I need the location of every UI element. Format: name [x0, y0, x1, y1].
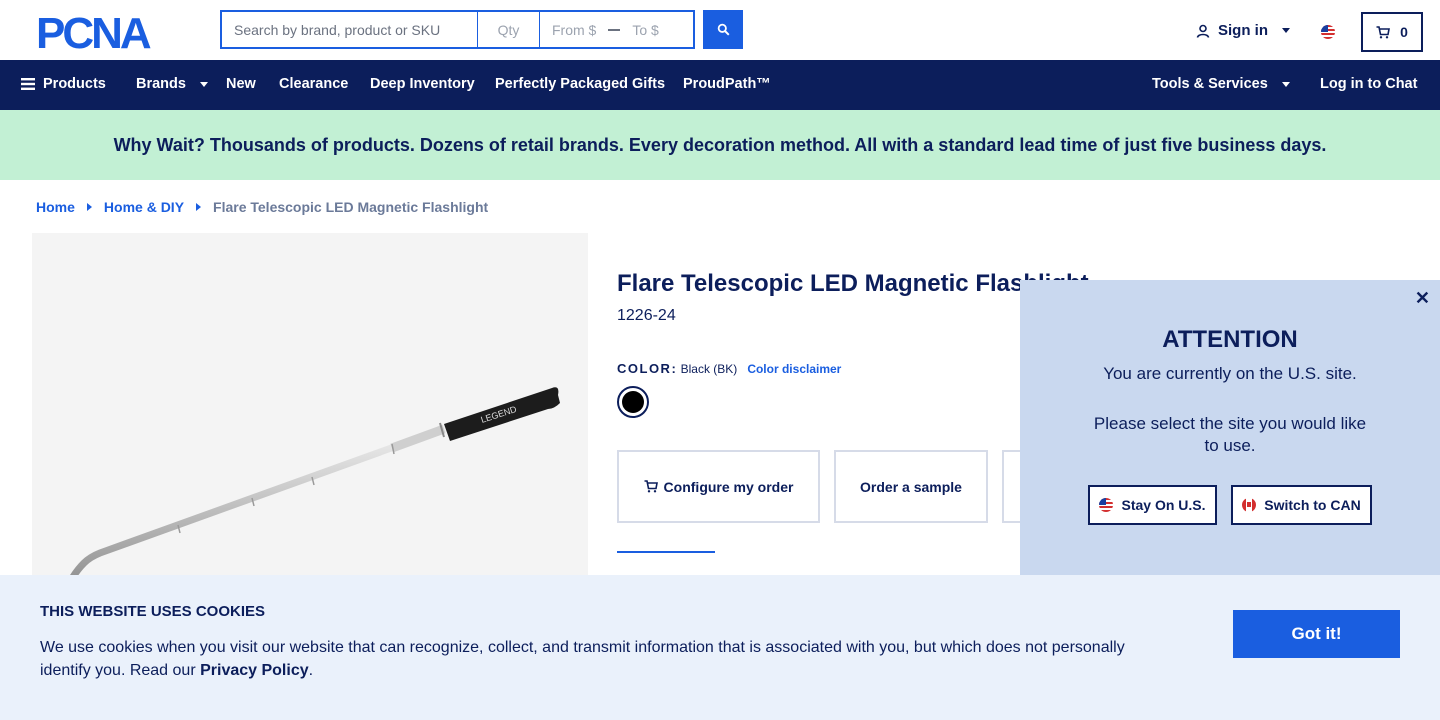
- sign-in-label[interactable]: Sign in: [1218, 22, 1268, 39]
- nav-proudpath[interactable]: ProudPath™: [683, 76, 771, 92]
- modal-current-site-text: You are currently on the U.S. site.: [1103, 364, 1357, 383]
- main-nav: Products Brands New Clearance Deep Inven…: [0, 60, 1440, 110]
- breadcrumb-current: Flare Telescopic LED Magnetic Flashlight: [213, 199, 489, 215]
- nav-products-label[interactable]: Products: [43, 76, 106, 92]
- cart-count: 0: [1400, 24, 1408, 40]
- nav-tools-label[interactable]: Tools & Services: [1152, 76, 1268, 92]
- color-disclaimer-link[interactable]: Color disclaimer: [747, 362, 841, 376]
- pcna-logo[interactable]: PCNA: [36, 12, 184, 52]
- nav-products[interactable]: Products: [21, 76, 106, 92]
- breadcrumb-category[interactable]: Home & DIY: [104, 199, 184, 215]
- accept-cookies-button[interactable]: Got it!: [1233, 610, 1400, 658]
- color-row: COLOR: Black (BK) Color disclaimer: [617, 361, 841, 376]
- user-icon: [1196, 24, 1210, 38]
- search-icon: [717, 23, 729, 36]
- breadcrumb: Home Home & DIY Flare Telescopic LED Mag…: [36, 199, 488, 215]
- swatch-dot: [622, 391, 644, 413]
- price-range-input[interactable]: From $ To $: [539, 10, 695, 49]
- switch-can-button[interactable]: Switch to CAN: [1231, 485, 1372, 525]
- us-flag-icon: [1099, 498, 1114, 512]
- search-input[interactable]: Search by brand, product or SKU: [220, 10, 478, 49]
- us-flag-icon[interactable]: [1321, 25, 1335, 39]
- sign-in-menu[interactable]: Sign in: [1196, 22, 1290, 39]
- cart-button[interactable]: 0: [1361, 12, 1423, 52]
- color-value: Black (BK): [680, 362, 738, 376]
- stay-us-label[interactable]: Stay On U.S.: [1121, 497, 1205, 513]
- price-to-input[interactable]: To $: [632, 22, 658, 38]
- configure-order-label[interactable]: Configure my order: [664, 479, 794, 495]
- switch-can-label[interactable]: Switch to CAN: [1264, 497, 1360, 513]
- cart-icon: [644, 480, 658, 493]
- cookie-title: THIS WEBSITE USES COOKIES: [40, 603, 266, 620]
- chevron-down-icon: [1282, 28, 1290, 33]
- nav-tools-services[interactable]: Tools & Services: [1152, 76, 1290, 92]
- color-swatch-black[interactable]: [617, 386, 649, 418]
- canada-flag-icon: [1242, 498, 1257, 512]
- product-sku: 1226-24: [617, 307, 676, 324]
- modal-title: ATTENTION: [1162, 326, 1298, 353]
- stay-us-button[interactable]: Stay On U.S.: [1088, 485, 1217, 525]
- cart-icon: [1376, 25, 1391, 38]
- cookie-period: .: [308, 662, 314, 679]
- privacy-policy-link[interactable]: Privacy Policy: [200, 662, 309, 679]
- price-from-input[interactable]: From $: [552, 22, 596, 38]
- range-dash: [608, 28, 621, 31]
- chevron-down-icon: [1281, 81, 1290, 87]
- top-header: PCNA Search by brand, product or SKU Qty…: [0, 0, 1440, 60]
- product-title: Flare Telescopic LED Magnetic Flashlight: [617, 270, 1089, 297]
- chevron-down-icon: [199, 81, 208, 87]
- site-select-modal: ✕ ATTENTION You are currently on the U.S…: [1020, 280, 1440, 576]
- color-label: COLOR:: [617, 361, 678, 376]
- chevron-right-icon: [86, 203, 92, 211]
- qty-input[interactable]: Qty: [477, 10, 540, 49]
- hamburger-icon: [21, 78, 35, 90]
- logo-text: PCNA: [36, 12, 151, 52]
- nav-gifts[interactable]: Perfectly Packaged Gifts: [495, 76, 665, 92]
- promo-text: Why Wait? Thousands of products. Dozens …: [113, 134, 1327, 155]
- cookie-banner: THIS WEBSITE USES COOKIES We use cookies…: [0, 575, 1440, 720]
- configure-order-button[interactable]: Configure my order: [617, 450, 820, 523]
- cookie-text: We use cookies when you visit our websit…: [40, 636, 1150, 682]
- breadcrumb-home[interactable]: Home: [36, 199, 75, 215]
- order-sample-label[interactable]: Order a sample: [860, 479, 962, 495]
- modal-select-text: Please select the site you would like to…: [1093, 414, 1367, 455]
- nav-new[interactable]: New: [226, 76, 256, 92]
- promo-banner: Why Wait? Thousands of products. Dozens …: [0, 110, 1440, 180]
- chevron-right-icon: [196, 203, 202, 211]
- nav-chat-login[interactable]: Log in to Chat: [1320, 76, 1417, 92]
- nav-brands-label[interactable]: Brands: [136, 76, 186, 92]
- order-sample-button[interactable]: Order a sample: [834, 450, 988, 523]
- close-icon[interactable]: ✕: [1415, 288, 1430, 309]
- search-button[interactable]: [703, 10, 743, 49]
- nav-brands[interactable]: Brands: [136, 76, 208, 92]
- nav-deep-inventory[interactable]: Deep Inventory: [370, 76, 475, 92]
- nav-clearance[interactable]: Clearance: [279, 76, 348, 92]
